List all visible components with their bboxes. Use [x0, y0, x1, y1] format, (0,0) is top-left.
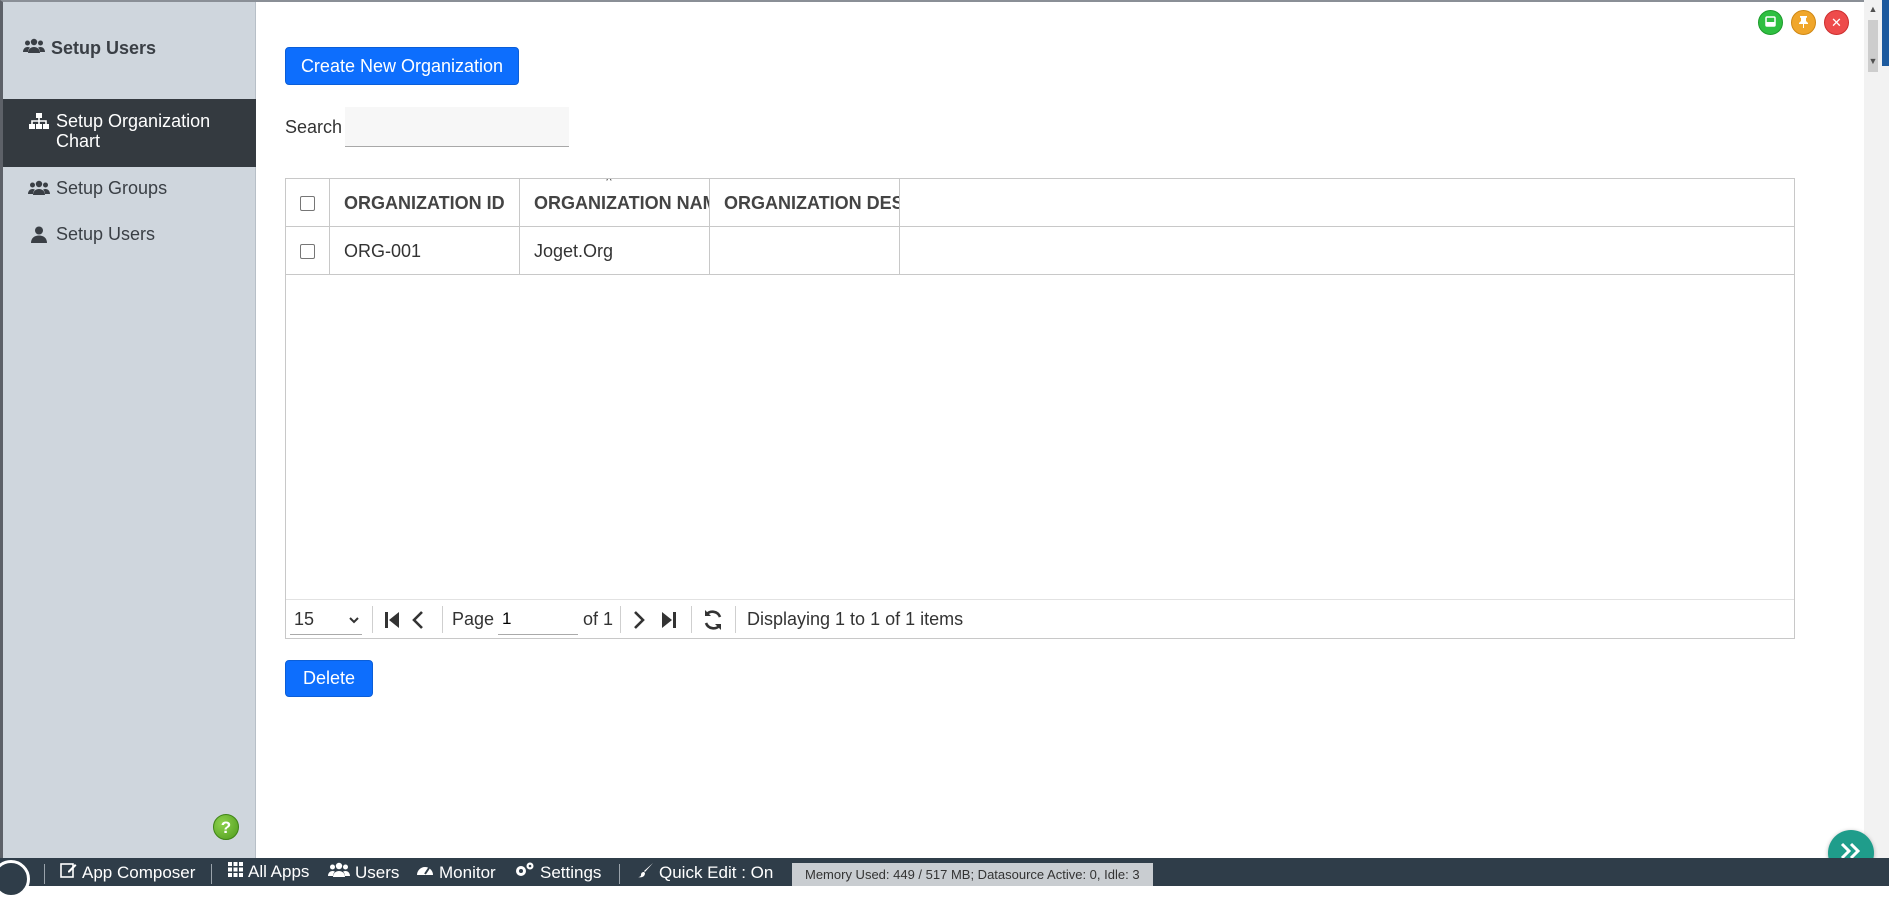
pager-divider [691, 606, 692, 633]
next-page-icon[interactable] [633, 600, 645, 639]
pager-divider [372, 606, 373, 633]
app-composer-link[interactable]: App Composer [60, 862, 195, 883]
previous-page-icon[interactable] [412, 600, 424, 639]
sidebar-item-label: Setup Organization Chart [56, 111, 211, 151]
users-link[interactable]: Users [328, 862, 399, 883]
page-of-label: of 1 [583, 609, 614, 629]
admin-bar-divider [44, 864, 45, 884]
memory-status: Memory Used: 449 / 517 MB; Datasource Ac… [792, 863, 1153, 886]
page-number-wrapper [498, 600, 578, 639]
sort-icon: ^ [606, 179, 612, 186]
grid-icon [228, 862, 243, 882]
user-icon [28, 226, 50, 243]
close-icon: ✕ [1831, 14, 1842, 30]
scrollbar-track[interactable] [1867, 0, 1879, 858]
pager-status: Displaying 1 to 1 of 1 items [747, 609, 964, 629]
app-composer-label: App Composer [82, 862, 196, 882]
table-row[interactable]: ORG-001 Joget.Org [286, 227, 1794, 275]
gears-icon [514, 862, 535, 883]
scroll-down-icon[interactable]: ▼ [1866, 54, 1880, 68]
monitor-link[interactable]: Monitor [416, 862, 496, 883]
pager-divider [442, 606, 443, 633]
row-select-cell [286, 227, 330, 275]
joget-logo-icon[interactable] [0, 860, 30, 898]
column-header-label: ORGANIZATION NAME [534, 192, 709, 213]
page-number-input[interactable] [498, 604, 578, 635]
edit-icon [60, 862, 77, 883]
window-minimize-icon [1765, 15, 1776, 30]
first-page-icon[interactable] [384, 600, 400, 639]
column-header-organization-description[interactable]: ORGANIZATION DESCRIPTION [710, 179, 900, 227]
organization-table: ORGANIZATION ID ^ ORGANIZATION NAME ORGA… [285, 178, 1795, 639]
table-header: ORGANIZATION ID ^ ORGANIZATION NAME ORGA… [286, 179, 1794, 227]
settings-link[interactable]: Settings [514, 862, 601, 883]
admin-bar-divider [619, 864, 620, 884]
pager-divider [620, 606, 621, 633]
cell-organization-id: ORG-001 [330, 227, 520, 275]
sidebar-header-label: Setup Users [51, 38, 157, 58]
sitemap-icon [28, 113, 50, 130]
admin-bar: App Composer All Apps Users Monitor Sett… [0, 858, 1889, 898]
monitor-label: Monitor [439, 862, 496, 882]
help-icon[interactable]: ? [213, 814, 239, 840]
select-all-checkbox[interactable] [300, 195, 315, 211]
pin-icon [1798, 15, 1809, 31]
settings-label: Settings [540, 862, 602, 882]
users-icon [23, 38, 45, 59]
sidebar-header: Setup Users [23, 38, 156, 59]
page-label: Page [452, 609, 495, 629]
column-header-organization-id[interactable]: ORGANIZATION ID [330, 179, 520, 227]
quick-edit-toggle[interactable]: Quick Edit : On [638, 862, 773, 883]
admin-bar-divider [211, 864, 212, 884]
cell-organization-description [710, 227, 900, 275]
column-header-organization-name[interactable]: ^ ORGANIZATION NAME [520, 179, 710, 227]
all-apps-label: All Apps [248, 862, 310, 881]
users-icon [28, 180, 50, 196]
scroll-up-icon[interactable]: ▲ [1866, 2, 1880, 16]
page-size-wrapper: 15 [290, 600, 362, 639]
sidebar-item-label: Setup Users [56, 224, 156, 244]
users-icon [328, 862, 350, 883]
sidebar-item-users[interactable]: Setup Users [3, 224, 256, 245]
sidebar: Setup Users Setup Organization Chart Set… [3, 2, 256, 858]
minimize-button[interactable] [1758, 10, 1783, 35]
select-all-cell [286, 179, 330, 227]
users-label: Users [355, 862, 400, 882]
dashboard-gauge-icon [416, 862, 434, 883]
row-checkbox[interactable] [300, 243, 315, 259]
page-edge-accent [1882, 0, 1889, 66]
pagination-bar: 15 Page of 1 Displaying 1 to 1 of 1 item… [286, 599, 1794, 638]
last-page-icon[interactable] [661, 600, 677, 639]
create-organization-button[interactable]: Create New Organization [285, 47, 519, 85]
sidebar-item-label: Setup Groups [56, 178, 168, 198]
paintbrush-icon [638, 862, 654, 883]
pager-divider [735, 606, 736, 633]
cell-organization-name: Joget.Org [520, 227, 710, 275]
search-label: Search [285, 117, 343, 137]
delete-button[interactable]: Delete [285, 660, 373, 697]
all-apps-link[interactable]: All Apps [228, 862, 309, 882]
sidebar-item-groups[interactable]: Setup Groups [3, 178, 256, 199]
search-input[interactable] [345, 107, 569, 147]
sidebar-item-organization-chart[interactable]: Setup Organization Chart [3, 99, 256, 167]
close-button[interactable]: ✕ [1824, 10, 1849, 35]
pin-button[interactable] [1791, 10, 1816, 35]
refresh-icon[interactable] [702, 600, 724, 639]
page-size-select[interactable]: 15 [290, 604, 362, 635]
quick-edit-label: Quick Edit : On [659, 862, 774, 882]
